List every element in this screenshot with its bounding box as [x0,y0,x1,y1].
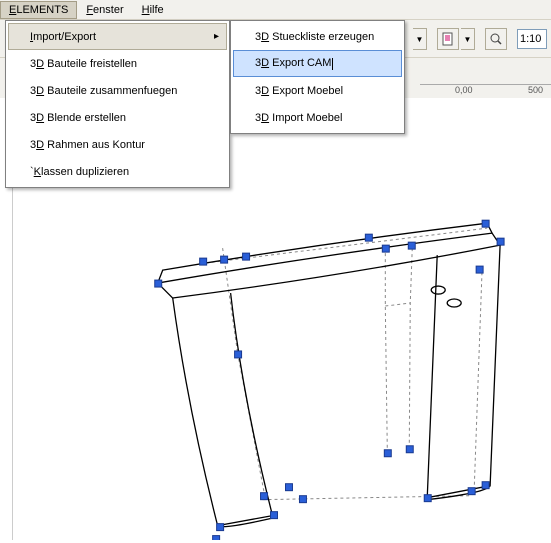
menu-bauteile-zusammenfuegen[interactable]: 3D Bauteile zusammenfuegen [8,77,227,104]
magnifier-icon [489,32,503,46]
menu-elements[interactable]: ELEMENTS [0,1,77,19]
ruler-label: 0,00 [455,85,473,95]
menubar: ELEMENTS Fenster Hilfe [0,0,551,20]
toolbar-dropdown-arrow[interactable]: ▼ [413,28,427,50]
scale-input[interactable]: 1:10 [517,29,547,49]
submenu-stueckliste-erzeugen[interactable]: 3D Stueckliste erzeugen [233,23,402,50]
submenu-export-cam[interactable]: 3D Export CAM [233,50,402,77]
menu-import-export[interactable]: Import/Export [8,23,227,50]
toolbar-search-button[interactable] [485,28,507,50]
submenu-import-moebel[interactable]: 3D Import Moebel [233,104,402,131]
menu-klassen-duplizieren[interactable]: `Klassen duplizieren [8,158,227,185]
chevron-down-icon: ▼ [464,35,472,44]
menu-rahmen-aus-kontur[interactable]: 3D Rahmen aus Kontur [8,131,227,158]
menu-blende-erstellen[interactable]: 3D Blende erstellen [8,104,227,131]
elements-dropdown: Import/Export 3D Bauteile freistellen 3D… [5,20,230,188]
toolbar-document-button[interactable] [437,28,459,50]
ruler-label: 500 [528,85,543,95]
menu-hilfe[interactable]: Hilfe [133,1,173,19]
text-cursor-icon [332,58,333,70]
document-icon [441,32,455,46]
toolbar-document-dropdown[interactable]: ▼ [461,28,475,50]
menu-fenster[interactable]: Fenster [77,1,132,19]
submenu-export-moebel[interactable]: 3D Export Moebel [233,77,402,104]
chevron-down-icon: ▼ [416,35,424,44]
scale-value: 1:10 [520,33,541,45]
menu-bauteile-freistellen[interactable]: 3D Bauteile freistellen [8,50,227,77]
import-export-submenu: 3D Stueckliste erzeugen 3D Export CAM 3D… [230,20,405,134]
